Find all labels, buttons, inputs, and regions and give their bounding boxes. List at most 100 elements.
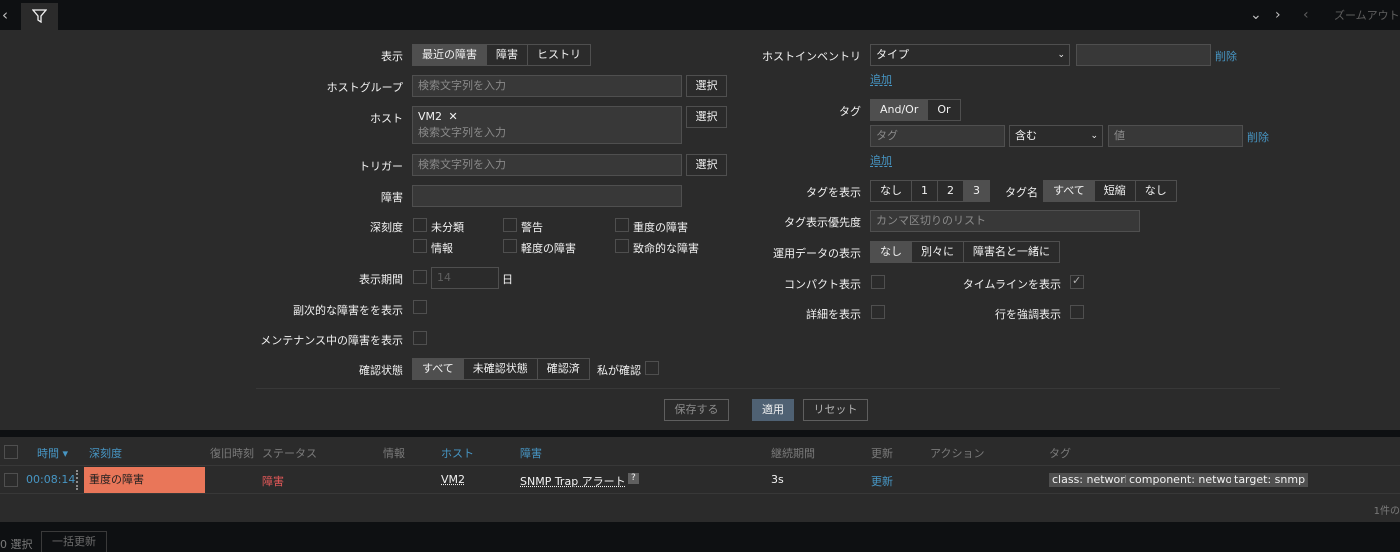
show-tags-3[interactable]: 3 [964, 181, 989, 201]
tags-label: タグ [839, 105, 861, 118]
tag-operator-value: 含む [1015, 129, 1037, 142]
host-groups-input[interactable]: 検索文字列を入力 [412, 75, 682, 97]
chevron-down-icon[interactable]: ⌄ [1250, 6, 1262, 24]
zoom-out-button[interactable]: ズームアウト [1334, 7, 1400, 23]
tag-name-short[interactable]: 短縮 [1094, 181, 1136, 201]
ack-unacknowledged[interactable]: 未確認状態 [463, 359, 538, 379]
ack-by-me-label: 私が確認 [597, 364, 641, 377]
host-groups-select-button[interactable]: 選択 [686, 75, 727, 97]
top-bar: ‹ ⌄ › ‹ ズームアウト [0, 0, 1400, 30]
row-checkbox[interactable] [4, 473, 18, 487]
severity-not-classified-label: 未分類 [431, 221, 464, 234]
tag-add-link[interactable]: 追加 [870, 152, 892, 168]
timeline-checkbox[interactable] [1070, 274, 1084, 289]
highlight-checkbox[interactable] [1070, 305, 1084, 319]
compact-checkbox[interactable] [871, 275, 885, 289]
ack-acknowledged[interactable]: 確認済 [537, 359, 589, 379]
show-suppressed-checkbox[interactable] [413, 331, 427, 345]
chevron-right-icon[interactable]: › [1275, 6, 1281, 24]
select-all-checkbox[interactable] [4, 445, 18, 459]
reset-button[interactable]: リセット [803, 399, 868, 421]
tags-or[interactable]: Or [928, 100, 960, 120]
hosts-multiselect[interactable]: VM2 ✕ 検索文字列を入力 [412, 106, 682, 144]
row-tag[interactable]: class: network [1049, 473, 1135, 487]
severity-disaster-checkbox[interactable] [615, 239, 629, 253]
severity-warning-checkbox[interactable] [503, 218, 517, 232]
inventory-value-input[interactable] [1076, 44, 1211, 66]
col-host[interactable]: ホスト [441, 445, 474, 461]
ack-by-me-checkbox[interactable] [645, 361, 659, 375]
show-tags-2[interactable]: 2 [938, 181, 964, 201]
tag-name-label: タグ名 [1005, 186, 1038, 199]
severity-average-checkbox[interactable] [503, 239, 517, 253]
age-label: 表示期間 [359, 273, 403, 286]
show-problems[interactable]: 障害 [487, 45, 528, 65]
tags-evaltype-segmented: And/Or Or [870, 99, 961, 121]
apply-button[interactable]: 適用 [752, 399, 794, 421]
row-time-link[interactable]: 00:08:14 [26, 473, 75, 486]
show-tags-segmented: なし 1 2 3 [870, 180, 990, 202]
ack-status-label: 確認状態 [359, 364, 403, 377]
timeline-label: タイムラインを表示 [962, 278, 1061, 291]
row-problem-link[interactable]: SNMP Trap アラート [520, 473, 626, 489]
chevron-left-icon[interactable]: ‹ [1303, 6, 1309, 24]
filter-tab[interactable] [21, 3, 58, 30]
col-severity[interactable]: 深刻度 [89, 445, 122, 461]
opdata-with-name[interactable]: 障害名と一緒に [964, 242, 1059, 262]
host-groups-label: ホストグループ [326, 81, 403, 94]
opdata-none[interactable]: なし [871, 242, 912, 262]
triggers-label: トリガー [359, 160, 403, 173]
tag-name-input[interactable]: タグ [870, 125, 1005, 147]
save-filter-button[interactable]: 保存する [664, 399, 729, 421]
inventory-field-select[interactable]: タイプ ⌄ [870, 44, 1070, 66]
severity-high-checkbox[interactable] [615, 218, 629, 232]
col-problem[interactable]: 障害 [520, 445, 542, 461]
details-label: 詳細を表示 [806, 308, 861, 321]
tag-name-none[interactable]: なし [1135, 181, 1176, 201]
hosts-select-button[interactable]: 選択 [686, 106, 727, 128]
row-severity: 重度の障害 [84, 467, 205, 493]
inventory-remove-link[interactable]: 削除 [1215, 48, 1237, 64]
age-days-input[interactable]: 14 [431, 267, 499, 289]
tag-priority-input[interactable]: カンマ区切りのリスト [870, 210, 1140, 232]
show-history[interactable]: ヒストリ [528, 45, 590, 65]
row-status: 障害 [262, 475, 284, 488]
row-tag[interactable]: component: network [1126, 473, 1247, 487]
show-tags-none[interactable]: なし [871, 181, 912, 201]
col-duration: 継続期間 [771, 447, 815, 460]
severity-info-checkbox[interactable] [413, 239, 427, 253]
tag-operator-select[interactable]: 含む ⌄ [1009, 125, 1103, 147]
mass-update-button[interactable]: 一括更新 [41, 531, 107, 552]
show-tags-1[interactable]: 1 [912, 181, 938, 201]
severity-not-classified-checkbox[interactable] [413, 218, 427, 232]
triggers-input[interactable]: 検索文字列を入力 [412, 154, 682, 176]
opdata-separately[interactable]: 別々に [912, 242, 964, 262]
row-duration: 3s [771, 473, 784, 486]
inventory-label: ホストインベントリ [762, 50, 861, 63]
host-chip[interactable]: VM2 ✕ [418, 109, 458, 125]
problem-input[interactable] [412, 185, 682, 207]
triggers-select-button[interactable]: 選択 [686, 154, 727, 176]
tags-and-or[interactable]: And/Or [871, 100, 929, 120]
hosts-placeholder: 検索文字列を入力 [418, 126, 506, 139]
details-checkbox[interactable] [871, 305, 885, 319]
age-checkbox[interactable] [413, 270, 427, 284]
show-symptoms-checkbox[interactable] [413, 300, 427, 314]
close-icon[interactable]: ✕ [449, 110, 458, 123]
problem-label: 障害 [381, 191, 403, 204]
ack-all[interactable]: すべて [413, 359, 464, 379]
severity-disaster-label: 致命的な障害 [633, 242, 699, 255]
tag-value-input[interactable]: 値 [1108, 125, 1243, 147]
row-tag[interactable]: target: snmp [1231, 473, 1309, 487]
col-tags: タグ [1049, 447, 1071, 460]
tag-remove-link[interactable]: 削除 [1247, 129, 1269, 145]
col-time[interactable]: 時間 ▾ [37, 445, 68, 461]
tag-name-full[interactable]: すべて [1044, 181, 1095, 201]
chevron-left-icon[interactable]: ‹ [2, 7, 16, 23]
row-update-link[interactable]: 更新 [871, 473, 893, 489]
show-recent-problems[interactable]: 最近の障害 [413, 45, 487, 65]
problem-help-badge[interactable]: ? [628, 473, 639, 484]
row-host-link[interactable]: VM2 [441, 473, 465, 486]
inventory-add-link[interactable]: 追加 [870, 71, 892, 87]
opdata-label: 運用データの表示 [773, 247, 861, 260]
